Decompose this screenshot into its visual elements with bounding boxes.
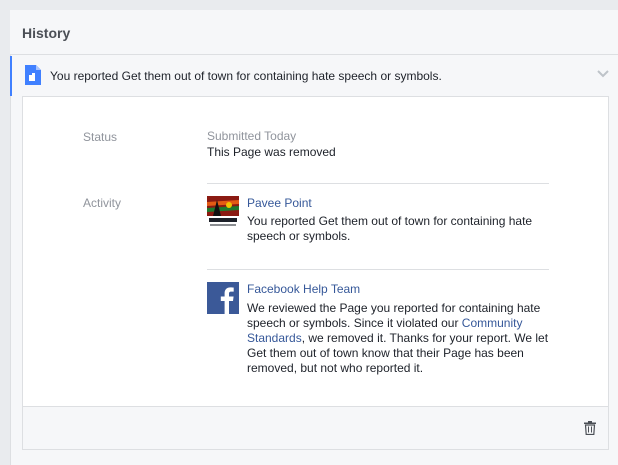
trash-icon[interactable] bbox=[584, 421, 596, 435]
activity-author-facebook-help-team[interactable]: Facebook Help Team bbox=[247, 282, 360, 296]
status-label: Status bbox=[83, 130, 118, 144]
divider bbox=[207, 269, 549, 270]
report-details-card: Status Submitted Today This Page was rem… bbox=[22, 96, 609, 450]
activity-author-pavee-point[interactable]: Pavee Point bbox=[247, 196, 312, 210]
pavee-point-logo[interactable] bbox=[207, 196, 239, 228]
activity-message: You reported Get them out of town for co… bbox=[247, 214, 533, 243]
chevron-down-icon[interactable] bbox=[596, 66, 610, 80]
divider bbox=[207, 183, 549, 184]
activity-message: We reviewed the Page you reported for co… bbox=[247, 301, 553, 376]
document-icon bbox=[25, 65, 41, 85]
card-footer bbox=[23, 406, 608, 449]
status-date: Submitted Today bbox=[207, 129, 297, 143]
activity-label: Activity bbox=[83, 196, 122, 210]
report-summary-row[interactable]: You reported Get them out of town for co… bbox=[10, 56, 618, 96]
report-summary-text: You reported Get them out of town for co… bbox=[50, 69, 442, 83]
status-result: This Page was removed bbox=[207, 145, 336, 159]
facebook-logo-icon[interactable] bbox=[207, 282, 239, 314]
history-header: History bbox=[10, 10, 618, 55]
history-title: History bbox=[22, 25, 71, 41]
